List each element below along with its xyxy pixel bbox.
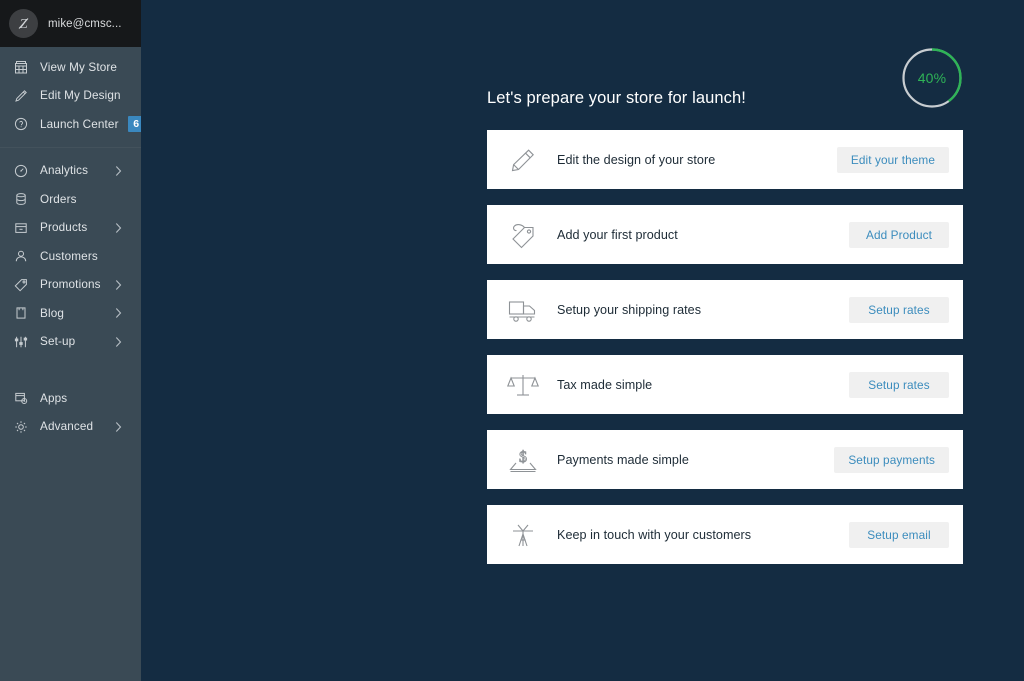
sidebar-item-label: Products xyxy=(40,221,88,235)
sidebar-item-customers[interactable]: Customers xyxy=(0,242,141,271)
sidebar-item-edit-my-design[interactable]: Edit My Design xyxy=(0,82,141,111)
page-title: Let's prepare your store for launch! xyxy=(487,89,746,107)
svg-text:Z: Z xyxy=(20,17,28,32)
tag-icon xyxy=(506,218,540,252)
sidebar-item-label: Orders xyxy=(40,192,77,206)
launch-progress-ring: 40% xyxy=(901,47,963,109)
sidebar-item-label: Promotions xyxy=(40,278,101,292)
task-title: Tax made simple xyxy=(557,377,653,392)
sidebar-item-products[interactable]: Products xyxy=(0,214,141,243)
task-action-button[interactable]: Setup rates xyxy=(849,296,949,323)
scales-icon xyxy=(506,368,540,402)
chevron-right-icon xyxy=(115,421,122,432)
account-bar[interactable]: Z mike@cmsc... xyxy=(0,0,141,47)
svg-text:$: $ xyxy=(519,449,527,466)
sidebar-item-promotions[interactable]: Promotions xyxy=(0,271,141,300)
task-action-button[interactable]: Setup rates xyxy=(849,371,949,398)
payment-icon: $ xyxy=(506,443,540,477)
sidebar-item-view-my-store[interactable]: View My Store xyxy=(0,53,141,82)
app-root: Z mike@cmsc... View My Store Edit My Des… xyxy=(0,0,1024,681)
pencil-icon xyxy=(13,88,29,104)
sidebar-group-primary: View My Store Edit My Design Launch Cent… xyxy=(0,47,145,139)
user-icon xyxy=(13,248,29,264)
sidebar-item-orders[interactable]: Orders xyxy=(0,185,141,214)
task-card-shipping[interactable]: Setup your shipping rates Setup rates xyxy=(487,280,963,339)
box-icon xyxy=(13,220,29,236)
tag-icon xyxy=(13,277,29,293)
task-list: Edit the design of your store Edit your … xyxy=(487,130,963,580)
task-card-add-product[interactable]: Add your first product Add Product xyxy=(487,205,963,264)
truck-icon xyxy=(506,293,540,327)
notebook-icon xyxy=(13,305,29,321)
task-title: Add your first product xyxy=(557,227,678,242)
sidebar-item-label: View My Store xyxy=(40,60,118,74)
task-title: Edit the design of your store xyxy=(557,152,716,167)
database-icon xyxy=(13,191,29,207)
task-card-payments[interactable]: $ Payments made simple Setup payments xyxy=(487,430,963,489)
avatar: Z xyxy=(9,9,38,38)
sidebar-item-label: Set-up xyxy=(40,335,76,349)
task-action-button[interactable]: Setup payments xyxy=(834,446,949,473)
task-action-button[interactable]: Add Product xyxy=(849,221,949,248)
chevron-right-icon xyxy=(115,279,122,290)
sidebar-item-label: Advanced xyxy=(40,420,94,434)
task-title: Keep in touch with your customers xyxy=(557,527,752,542)
sidebar: Z mike@cmsc... View My Store Edit My Des… xyxy=(0,0,145,681)
chevron-right-icon xyxy=(115,308,122,319)
apps-icon xyxy=(13,390,29,406)
chevron-right-icon xyxy=(115,222,122,233)
sidebar-group-secondary: Analytics Orders Products Customers Prom… xyxy=(0,146,141,357)
sidebar-group-tertiary: Apps Advanced xyxy=(0,378,141,441)
sidebar-item-label: Launch Center xyxy=(40,117,119,131)
sidebar-item-apps[interactable]: Apps xyxy=(0,384,141,413)
progress-percent-label: 40% xyxy=(917,70,947,86)
antenna-icon xyxy=(506,518,540,552)
main-content: Let's prepare your store for launch! 40% xyxy=(141,0,1024,681)
chevron-right-icon xyxy=(115,336,122,347)
speedometer-icon xyxy=(13,163,29,179)
task-card-tax[interactable]: Tax made simple Setup rates xyxy=(487,355,963,414)
z-logo-icon: Z xyxy=(18,17,29,32)
task-title: Setup your shipping rates xyxy=(557,302,702,317)
sidebar-item-advanced[interactable]: Advanced xyxy=(0,413,141,442)
sidebar-item-label: Analytics xyxy=(40,164,89,178)
task-card-email[interactable]: Keep in touch with your customers Setup … xyxy=(487,505,963,564)
launch-header: Let's prepare your store for launch! 40% xyxy=(487,47,963,123)
sidebar-item-label: Edit My Design xyxy=(40,89,121,103)
sidebar-item-set-up[interactable]: Set-up xyxy=(0,328,141,357)
gear-icon xyxy=(13,419,29,435)
task-card-edit-design[interactable]: Edit the design of your store Edit your … xyxy=(487,130,963,189)
chevron-right-icon xyxy=(115,165,122,176)
task-title: Payments made simple xyxy=(557,452,689,467)
task-action-button[interactable]: Setup email xyxy=(849,521,949,548)
sidebar-item-blog[interactable]: Blog xyxy=(0,299,141,328)
account-name: mike@cmsc... xyxy=(48,17,122,30)
task-action-button[interactable]: Edit your theme xyxy=(836,146,949,173)
sidebar-item-label: Customers xyxy=(40,249,98,263)
pencil-icon xyxy=(506,143,540,177)
store-icon xyxy=(13,59,29,75)
sliders-icon xyxy=(13,334,29,350)
sidebar-item-analytics[interactable]: Analytics xyxy=(0,157,141,186)
help-circle-icon xyxy=(13,116,29,132)
sidebar-item-launch-center[interactable]: Launch Center 6 xyxy=(0,110,145,139)
sidebar-item-label: Apps xyxy=(40,391,68,405)
sidebar-item-label: Blog xyxy=(40,306,64,320)
